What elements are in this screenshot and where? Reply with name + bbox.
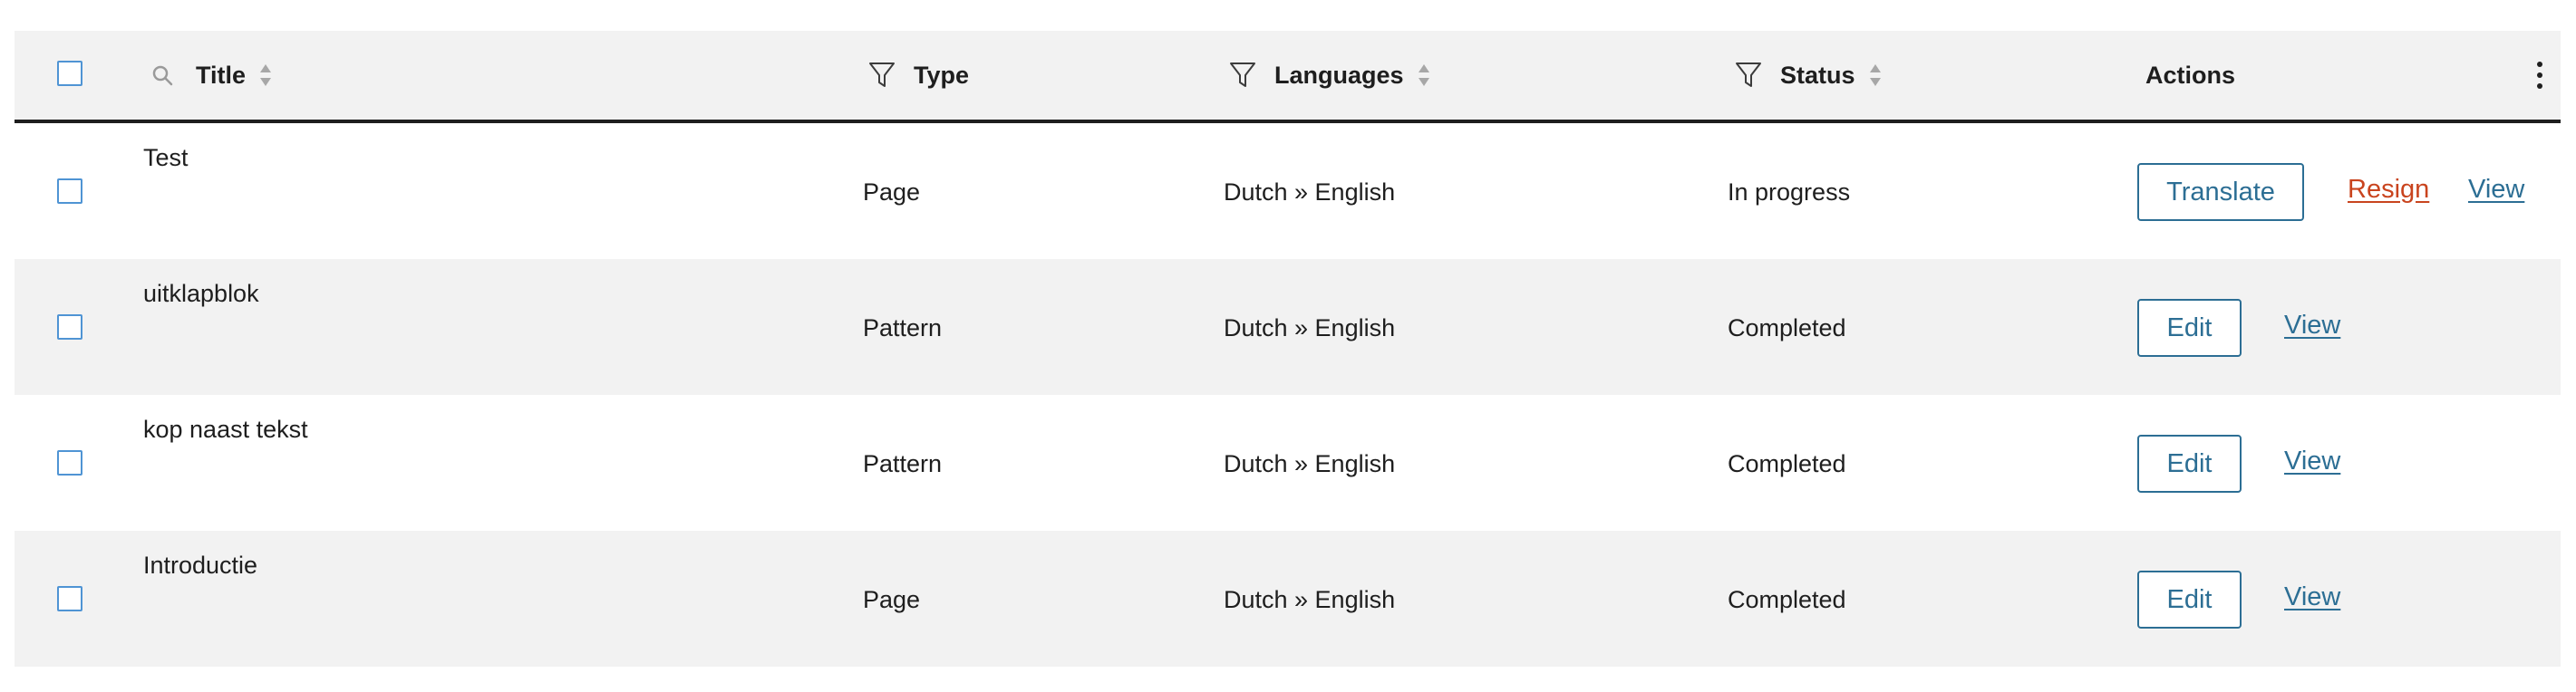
row-languages: Dutch » English	[1224, 313, 1396, 341]
edit-button[interactable]: Edit	[2137, 435, 2242, 493]
actions-column-header: Actions	[2145, 31, 2235, 120]
row-checkbox[interactable]	[57, 178, 82, 204]
row-title: uitklapblok	[143, 279, 259, 307]
row-status: Completed	[1728, 585, 1846, 613]
row-type: Page	[863, 585, 921, 613]
type-header-label: Type	[914, 61, 970, 89]
title-header-label: Title	[196, 61, 247, 89]
filter-icon[interactable]	[868, 61, 896, 90]
table-row: Introductie Page Dutch » English Complet…	[15, 531, 2561, 667]
filter-icon[interactable]	[1229, 61, 1256, 90]
status-header-label: Status	[1780, 61, 1855, 89]
row-title: Introductie	[143, 551, 258, 579]
filter-icon[interactable]	[1735, 61, 1762, 90]
resign-link[interactable]: Resign	[2348, 175, 2429, 205]
table-row: Test Page Dutch » English In progress Tr…	[15, 123, 2561, 259]
sort-arrows-icon[interactable]	[1868, 62, 1883, 88]
translate-button[interactable]: Translate	[2137, 163, 2304, 221]
row-languages: Dutch » English	[1224, 449, 1396, 477]
row-type: Pattern	[863, 449, 943, 477]
sort-arrows-icon[interactable]	[258, 62, 273, 88]
view-link[interactable]: View	[2284, 582, 2340, 612]
view-link[interactable]: View	[2284, 447, 2340, 476]
search-icon[interactable]	[150, 63, 174, 87]
table-header: Title Type Languages Status Actions	[15, 31, 2561, 123]
row-languages: Dutch » English	[1224, 178, 1396, 206]
languages-column-header[interactable]: Languages	[1229, 31, 1431, 120]
row-status: In progress	[1728, 178, 1851, 206]
view-link[interactable]: View	[2468, 175, 2524, 205]
row-languages: Dutch » English	[1224, 585, 1396, 613]
row-status: Completed	[1728, 449, 1846, 477]
row-type: Page	[863, 178, 921, 206]
row-type: Pattern	[863, 313, 943, 341]
actions-header-label: Actions	[2145, 61, 2236, 89]
vertical-ellipsis-icon[interactable]	[2529, 59, 2551, 91]
status-column-header[interactable]: Status	[1735, 31, 1883, 120]
row-title: kop naast tekst	[143, 415, 308, 443]
translations-table: Title Type Languages Status Actions Test…	[15, 31, 2561, 667]
table-row: kop naast tekst Pattern Dutch » English …	[15, 395, 2561, 531]
row-checkbox[interactable]	[57, 586, 82, 611]
row-checkbox[interactable]	[57, 450, 82, 476]
table-row: uitklapblok Pattern Dutch » English Comp…	[15, 259, 2561, 395]
languages-header-label: Languages	[1274, 61, 1404, 89]
row-checkbox[interactable]	[57, 314, 82, 340]
title-column-header[interactable]: Title	[150, 31, 273, 120]
view-link[interactable]: View	[2284, 311, 2340, 341]
edit-button[interactable]: Edit	[2137, 299, 2242, 357]
row-status: Completed	[1728, 313, 1846, 341]
type-column-header[interactable]: Type	[868, 31, 969, 120]
sort-arrows-icon[interactable]	[1417, 62, 1431, 88]
select-all-checkbox[interactable]	[57, 61, 82, 86]
edit-button[interactable]: Edit	[2137, 571, 2242, 629]
row-title: Test	[143, 143, 189, 171]
